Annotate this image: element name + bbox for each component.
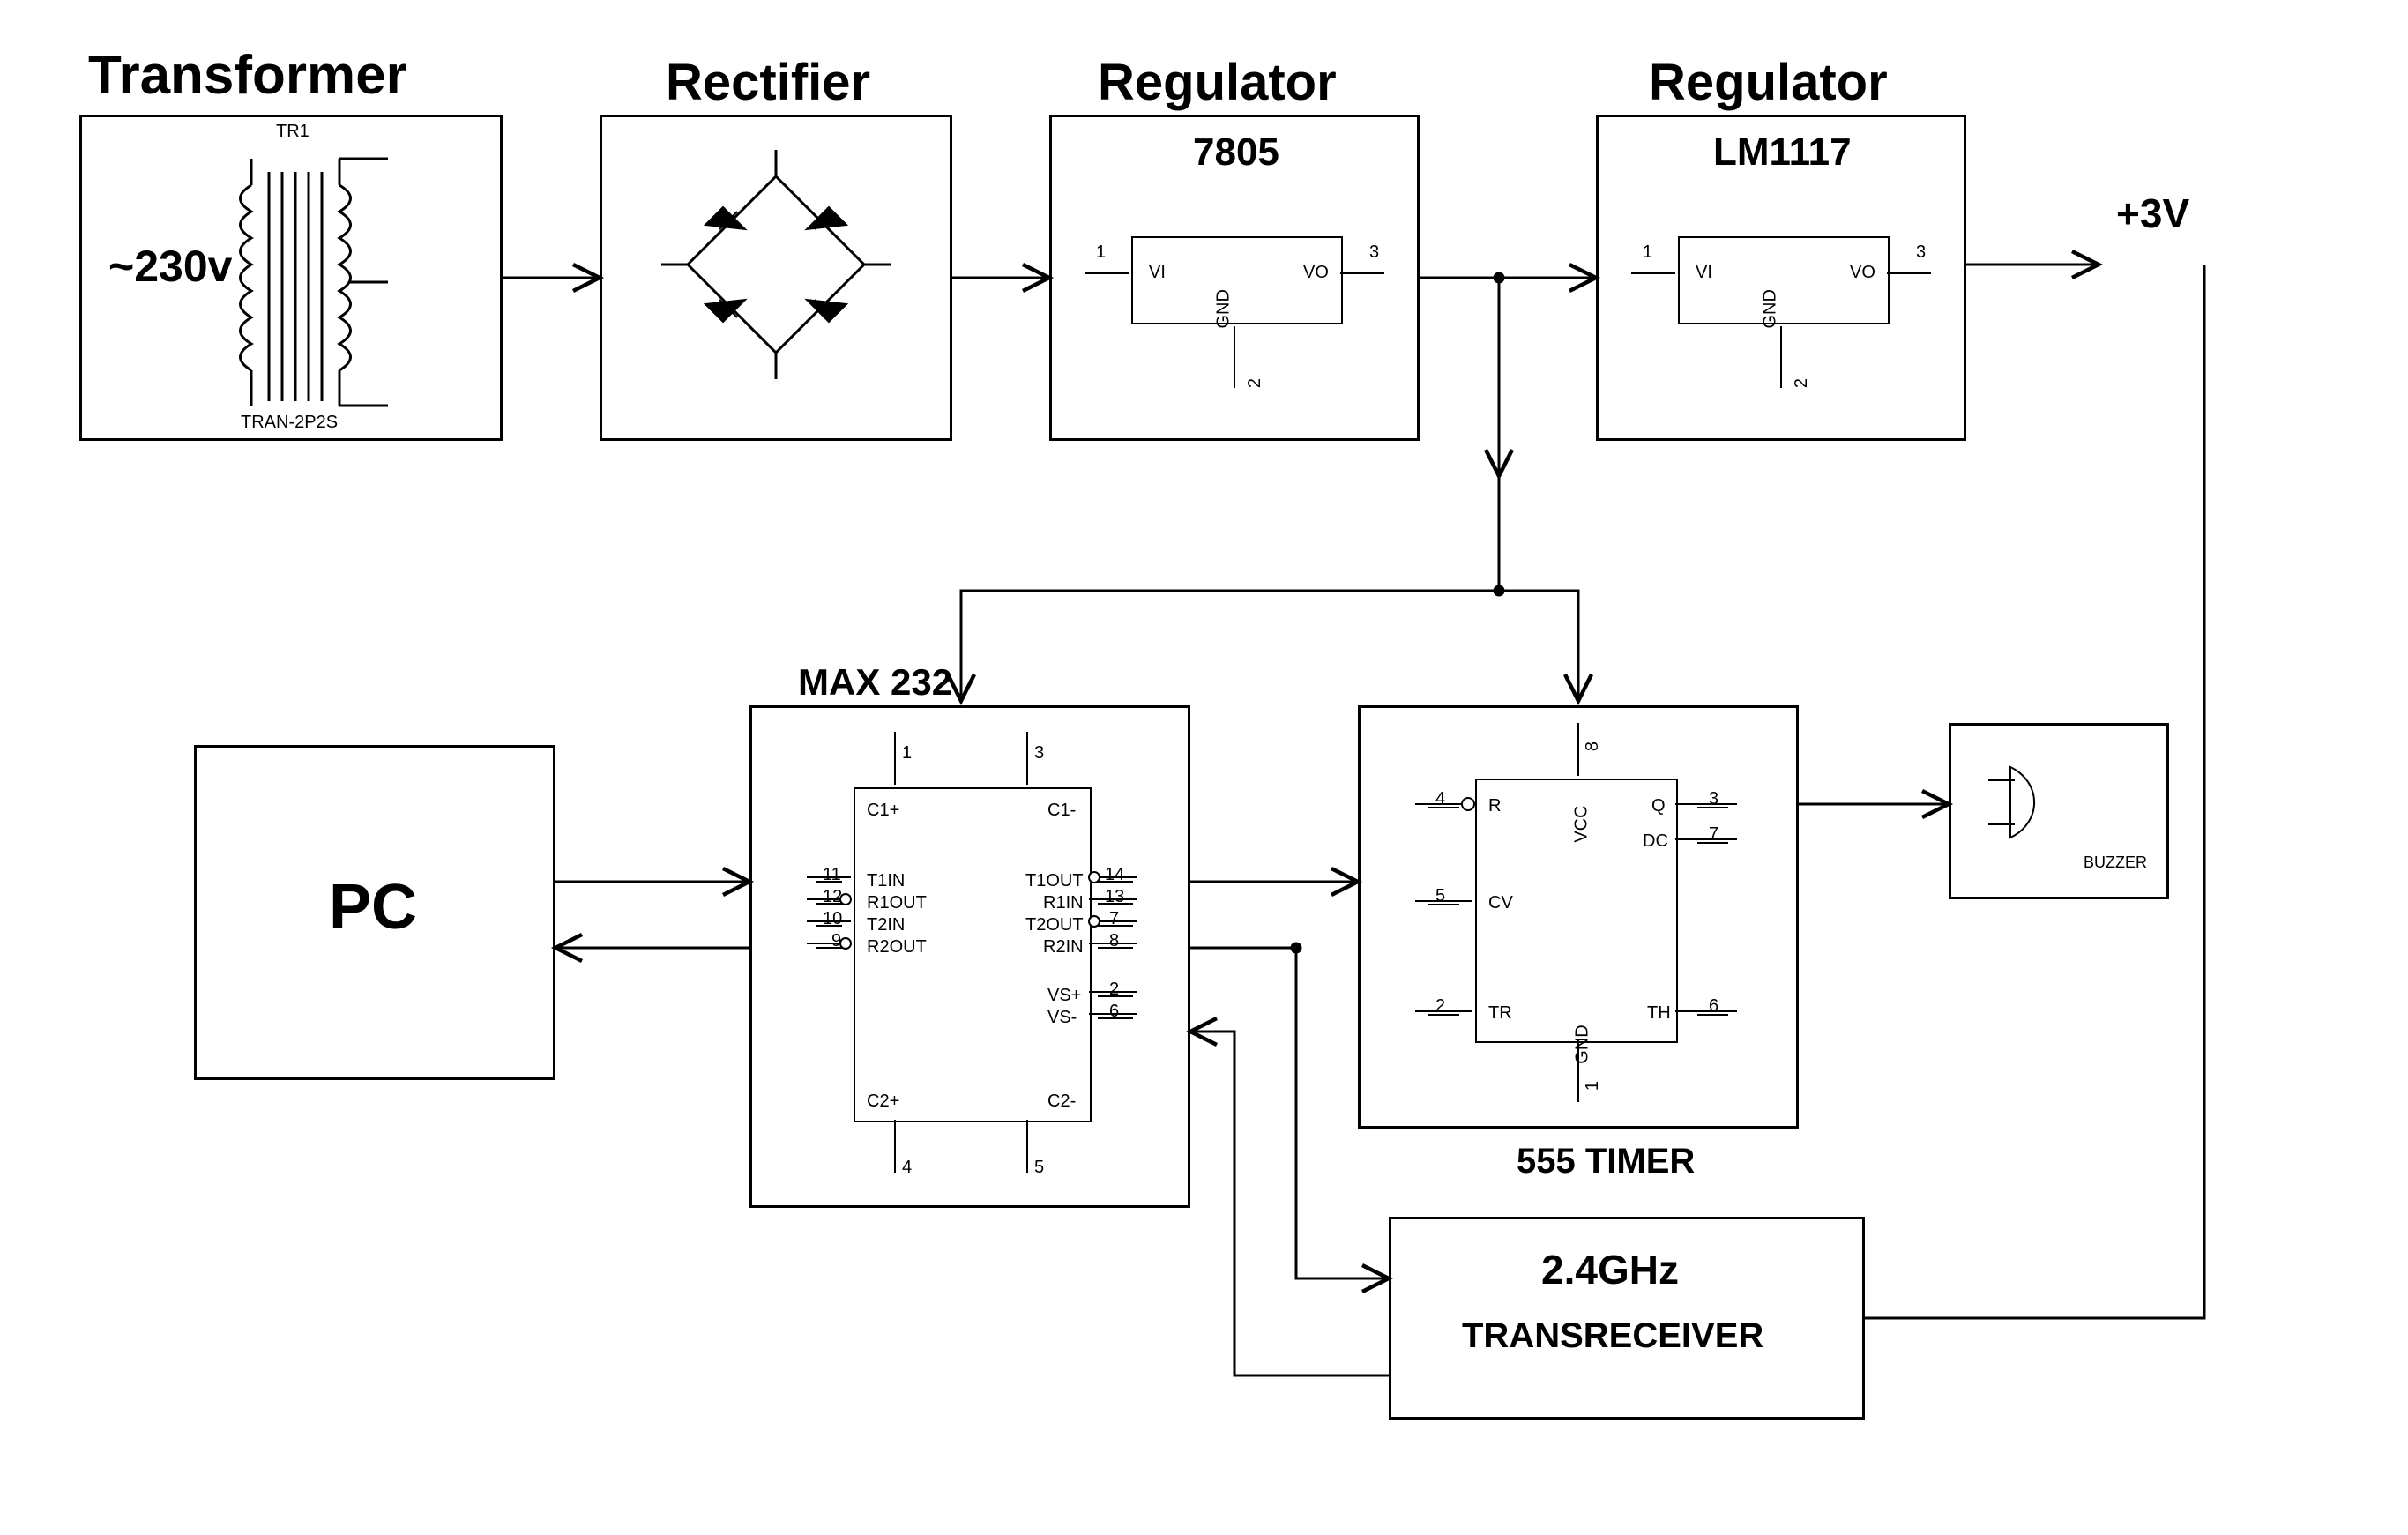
max-p2: 2 xyxy=(1109,980,1119,1000)
transceiver-block: 2.4GHz TRANSRECEIVER xyxy=(1389,1217,1865,1420)
max-p13: 13 xyxy=(1105,887,1124,907)
max-c2m: C2- xyxy=(1047,1092,1076,1112)
max-p8: 8 xyxy=(1109,931,1119,951)
lm1117-vo: VO xyxy=(1850,263,1875,283)
max232-block: C1+ C1- T1IN R1OUT T2IN R2OUT T1OUT R1IN… xyxy=(749,705,1190,1208)
lm1117-vi: VI xyxy=(1696,263,1712,283)
tmr-gnd: GND xyxy=(1573,1025,1593,1063)
transformer-block: TR1 ~230v TRAN-2P2S xyxy=(79,115,503,441)
tmr-p4: 4 xyxy=(1435,789,1445,809)
regulator1-title: Regulator xyxy=(1098,53,1337,112)
tmr-vcc: VCC xyxy=(1572,805,1592,842)
tmr-p8: 8 xyxy=(1583,741,1603,751)
reg7805-gnd: GND xyxy=(1214,289,1234,328)
max-p7: 7 xyxy=(1109,909,1119,929)
reg7805-p2: 2 xyxy=(1245,378,1265,388)
max-r2out: R2OUT xyxy=(867,937,927,958)
tmr-p5: 5 xyxy=(1435,886,1445,906)
max-p4: 4 xyxy=(902,1158,912,1178)
transformer-ref: TR1 xyxy=(276,122,309,142)
reg7805-p1: 1 xyxy=(1096,242,1106,263)
transreceiver-label: TRANSRECEIVER xyxy=(1462,1316,1763,1356)
tmr-cv: CV xyxy=(1488,893,1513,913)
lm1117-p2: 2 xyxy=(1792,378,1812,388)
tmr-p7: 7 xyxy=(1709,824,1718,845)
max-t2out: T2OUT xyxy=(1025,915,1084,935)
max-r2in: R2IN xyxy=(1043,937,1084,958)
rectifier-block xyxy=(600,115,952,441)
max-p5: 5 xyxy=(1034,1158,1044,1178)
reg7805-p3: 3 xyxy=(1369,242,1379,263)
v3-label: +3V xyxy=(2116,190,2189,237)
tmr-p6: 6 xyxy=(1709,996,1718,1017)
max-p10: 10 xyxy=(823,909,842,929)
pc-label: PC xyxy=(329,871,417,943)
max-r1out: R1OUT xyxy=(867,893,927,913)
max-p1: 1 xyxy=(902,743,912,764)
max-p3: 3 xyxy=(1034,743,1044,764)
max-c1m: C1- xyxy=(1047,801,1076,821)
max232-title: MAX 232 xyxy=(798,661,952,704)
lm1117-p1: 1 xyxy=(1643,242,1652,263)
lm1117-p3: 3 xyxy=(1916,242,1926,263)
max-t1out: T1OUT xyxy=(1025,871,1084,891)
max-p14: 14 xyxy=(1105,865,1124,885)
tmr-tr: TR xyxy=(1488,1003,1512,1024)
max-p12: 12 xyxy=(823,887,842,907)
transformer-title: Transformer xyxy=(88,44,407,107)
reg7805-vo: VO xyxy=(1303,263,1329,283)
pc-block: PC xyxy=(194,745,555,1080)
max-p9: 9 xyxy=(831,931,841,951)
max-p6: 6 xyxy=(1109,1002,1119,1022)
rectifier-title: Rectifier xyxy=(666,53,870,112)
tmr-p2: 2 xyxy=(1435,996,1445,1017)
max-r1in: R1IN xyxy=(1043,893,1084,913)
lm1117-name: LM1117 xyxy=(1713,130,1852,175)
buzzer-block: BUZZER xyxy=(1949,723,2169,899)
timer-555-title: 555 TIMER xyxy=(1517,1142,1695,1181)
max-vsp: VS+ xyxy=(1047,986,1081,1006)
max-t2in: T2IN xyxy=(867,915,905,935)
tmr-p1: 1 xyxy=(1583,1081,1603,1091)
reg7805-vi: VI xyxy=(1149,263,1166,283)
tmr-th: TH xyxy=(1647,1003,1671,1024)
max-c1p: C1+ xyxy=(867,801,899,821)
ghz-label: 2.4GHz xyxy=(1541,1246,1679,1293)
tmr-r: R xyxy=(1488,796,1501,816)
max-t1in: T1IN xyxy=(867,871,905,891)
regulator-7805-block: 7805 VI VO GND 1 3 2 xyxy=(1049,115,1420,441)
tmr-q: Q xyxy=(1651,796,1666,816)
regulator-lm1117-block: LM1117 VI VO GND 1 3 2 xyxy=(1596,115,1966,441)
max-c2p: C2+ xyxy=(867,1092,899,1112)
transformer-part: TRAN-2P2S xyxy=(241,413,338,433)
tmr-dc: DC xyxy=(1643,831,1668,852)
lm1117-gnd: GND xyxy=(1761,289,1781,328)
regulator2-title: Regulator xyxy=(1649,53,1888,112)
reg7805-name: 7805 xyxy=(1193,130,1279,175)
timer-555-block: R VCC Q DC CV TR GND TH 4 5 2 8 1 3 7 6 xyxy=(1358,705,1799,1129)
tmr-p3: 3 xyxy=(1709,789,1718,809)
circuit-block-diagram: Transformer TR1 ~230v TRAN-2P2S Rectifie… xyxy=(0,0,2408,1535)
transformer-voltage: ~230v xyxy=(108,241,232,292)
buzzer-label: BUZZER xyxy=(2084,853,2147,872)
max-p11: 11 xyxy=(823,865,841,885)
max-vsm: VS- xyxy=(1047,1008,1077,1028)
